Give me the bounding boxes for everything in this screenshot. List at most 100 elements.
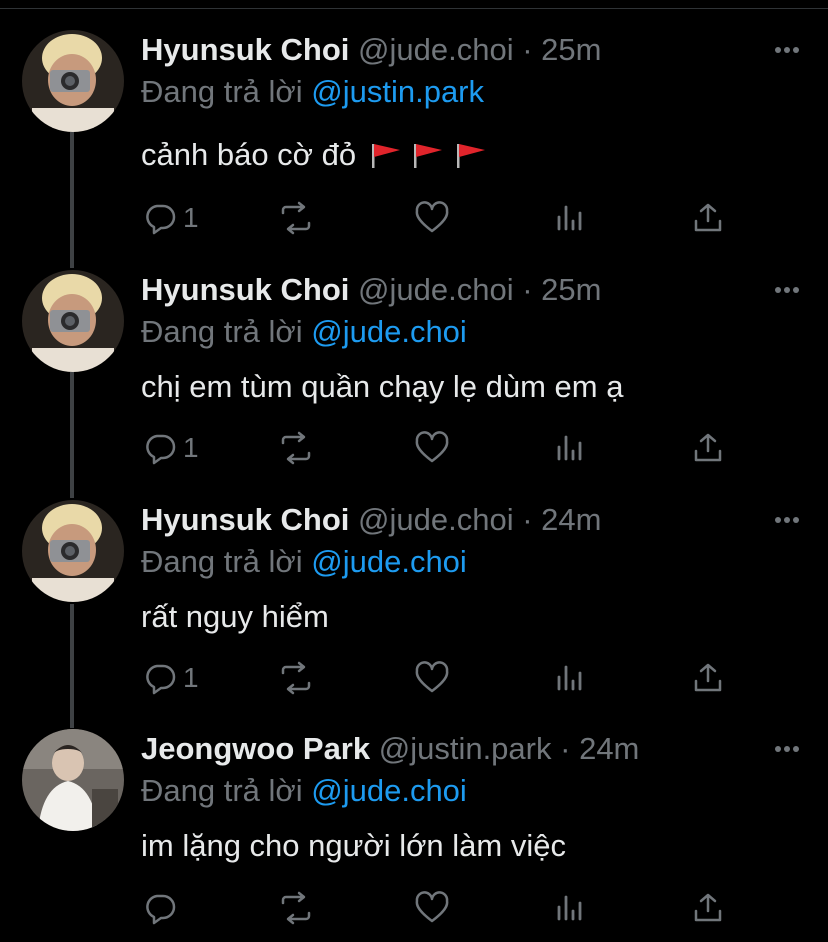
top-divider	[0, 8, 828, 9]
analytics-button[interactable]	[555, 430, 585, 466]
replying-to: Đang trả lời @jude.choi	[141, 542, 467, 582]
replying-prefix: Đang trả lời	[141, 74, 303, 109]
red-flag-icon	[371, 144, 400, 168]
replying-to: Đang trả lời @jude.choi	[141, 771, 467, 811]
like-button[interactable]	[414, 890, 450, 926]
tweet[interactable]: Jeongwoo Park @justin.park · 24m Đang tr…	[0, 729, 828, 939]
timestamp[interactable]: 24m	[541, 502, 601, 537]
user-handle[interactable]: @justin.park	[379, 731, 552, 766]
analytics-icon	[557, 435, 582, 461]
red-flag-icon	[456, 144, 485, 168]
analytics-button[interactable]	[555, 890, 585, 926]
display-name[interactable]: Hyunsuk Choi	[141, 32, 349, 67]
share-button[interactable]	[693, 430, 723, 466]
tweet-text: rất nguy hiểm	[141, 599, 329, 634]
more-options-icon[interactable]	[772, 284, 802, 296]
like-button[interactable]	[414, 430, 450, 466]
display-name[interactable]: Hyunsuk Choi	[141, 502, 349, 537]
heart-icon	[415, 431, 449, 463]
avatar[interactable]	[22, 270, 124, 372]
mention-link[interactable]: @justin.park	[311, 74, 484, 109]
separator: ·	[522, 32, 533, 67]
user-handle[interactable]: @jude.choi	[358, 272, 514, 307]
retweet-button[interactable]	[277, 430, 315, 466]
retweet-button[interactable]	[277, 200, 315, 236]
share-button[interactable]	[693, 200, 723, 236]
action-bar	[141, 890, 741, 926]
retweet-icon	[281, 661, 311, 695]
avatar[interactable]	[22, 30, 124, 132]
action-bar: 1	[141, 660, 741, 696]
tweet-header: Hyunsuk Choi @jude.choi · 24m	[141, 500, 601, 540]
analytics-icon	[557, 895, 582, 921]
tweet-header: Hyunsuk Choi @jude.choi · 25m	[141, 30, 601, 70]
replying-prefix: Đang trả lời	[141, 314, 303, 349]
tweet[interactable]: Hyunsuk Choi @jude.choi · 24m Đang trả l…	[0, 500, 828, 726]
reply-icon	[146, 204, 176, 235]
retweet-icon	[281, 891, 311, 925]
timestamp[interactable]: 25m	[541, 272, 601, 307]
like-button[interactable]	[414, 660, 450, 696]
share-button[interactable]	[693, 660, 723, 696]
analytics-icon	[557, 665, 582, 691]
analytics-icon	[557, 205, 582, 231]
tweet-header: Hyunsuk Choi @jude.choi · 25m	[141, 270, 601, 310]
replying-prefix: Đang trả lời	[141, 544, 303, 579]
share-icon	[694, 433, 722, 462]
tweet-text: cảnh báo cờ đỏ	[141, 135, 488, 175]
heart-icon	[415, 201, 449, 233]
replying-to: Đang trả lời @jude.choi	[141, 312, 467, 352]
retweet-icon	[281, 201, 311, 235]
tweet-header: Jeongwoo Park @justin.park · 24m	[141, 729, 639, 769]
mention-link[interactable]: @jude.choi	[311, 773, 467, 808]
tweet-text: chị em tùm quần chạy lẹ dùm em ạ	[141, 369, 624, 404]
reply-count: 1	[183, 202, 199, 233]
mention-link[interactable]: @jude.choi	[311, 314, 467, 349]
replying-prefix: Đang trả lời	[141, 773, 303, 808]
red-flag-icon	[414, 144, 443, 168]
reply-count: 1	[183, 662, 199, 693]
heart-icon	[415, 661, 449, 693]
avatar[interactable]	[22, 729, 124, 831]
separator: ·	[560, 731, 571, 766]
separator: ·	[522, 272, 533, 307]
tweet-text-content: cảnh báo cờ đỏ	[141, 137, 357, 172]
more-options-icon[interactable]	[772, 743, 802, 755]
analytics-button[interactable]	[555, 200, 585, 236]
timestamp[interactable]: 24m	[579, 731, 639, 766]
more-options-icon[interactable]	[772, 514, 802, 526]
reply-button[interactable]: 1	[143, 660, 199, 696]
more-options-icon[interactable]	[772, 44, 802, 56]
retweet-button[interactable]	[277, 660, 315, 696]
share-icon	[694, 203, 722, 232]
retweet-button[interactable]	[277, 890, 315, 926]
retweet-icon	[281, 431, 311, 465]
reply-button[interactable]: 1	[143, 200, 199, 236]
reply-button[interactable]: 1	[143, 430, 199, 466]
reply-button[interactable]	[143, 890, 183, 926]
action-bar: 1	[141, 200, 741, 236]
share-button[interactable]	[693, 890, 723, 926]
tweet[interactable]: Hyunsuk Choi @jude.choi · 25m Đang trả l…	[0, 270, 828, 496]
share-icon	[694, 663, 722, 692]
avatar[interactable]	[22, 500, 124, 602]
heart-icon	[415, 891, 449, 923]
display-name[interactable]: Hyunsuk Choi	[141, 272, 349, 307]
tweet-text: im lặng cho người lớn làm việc	[141, 828, 566, 863]
tweet[interactable]: Hyunsuk Choi @jude.choi · 25m Đang trả l…	[0, 30, 828, 260]
analytics-button[interactable]	[555, 660, 585, 696]
share-icon	[694, 893, 722, 922]
like-button[interactable]	[414, 200, 450, 236]
timestamp[interactable]: 25m	[541, 32, 601, 67]
reply-icon	[146, 434, 176, 465]
replying-to: Đang trả lời @justin.park	[141, 72, 484, 112]
mention-link[interactable]: @jude.choi	[311, 544, 467, 579]
display-name[interactable]: Jeongwoo Park	[141, 731, 370, 766]
reply-icon	[146, 664, 176, 695]
user-handle[interactable]: @jude.choi	[358, 32, 514, 67]
action-bar: 1	[141, 430, 741, 466]
reply-icon	[146, 894, 176, 925]
separator: ·	[522, 502, 533, 537]
user-handle[interactable]: @jude.choi	[358, 502, 514, 537]
reply-count: 1	[183, 432, 199, 463]
